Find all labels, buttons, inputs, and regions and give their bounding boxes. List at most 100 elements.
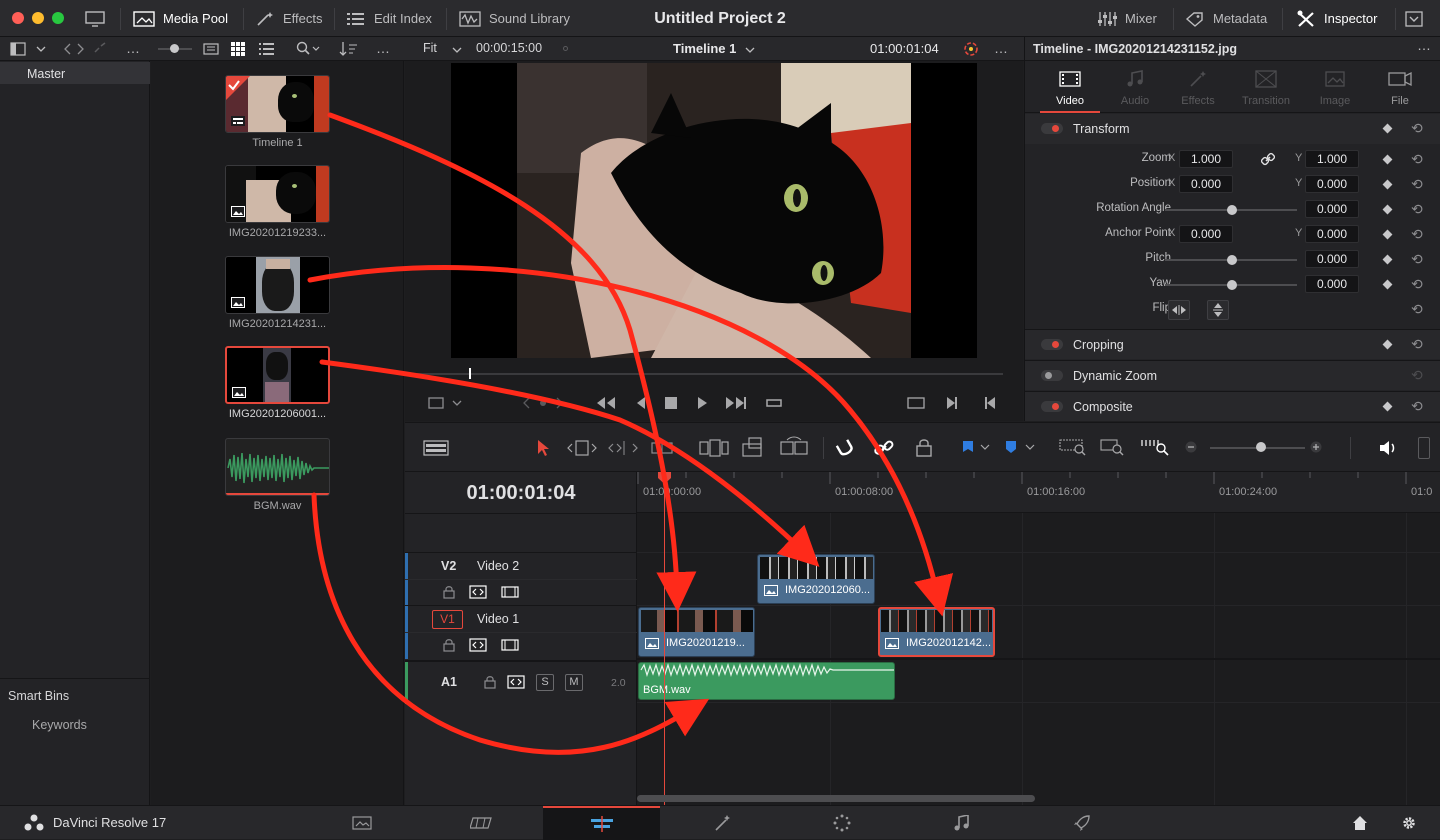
position-lock-icon[interactable] xyxy=(915,438,933,458)
pitch-slider-knob[interactable] xyxy=(1227,255,1237,265)
inspector-button[interactable]: Inspector xyxy=(1296,0,1377,37)
thumb-size-knob[interactable] xyxy=(170,44,179,53)
reset-icon[interactable]: ⟲ xyxy=(1411,398,1423,415)
dynamic-zoom-section-header[interactable]: Dynamic Zoom ⟲ xyxy=(1025,360,1440,390)
audio-meter-button[interactable] xyxy=(1418,437,1430,459)
speaker-icon[interactable] xyxy=(1378,439,1398,457)
keyframe-icon[interactable] xyxy=(1382,254,1393,265)
tab-effects[interactable]: Effects xyxy=(1168,61,1228,113)
color-wheel-icon[interactable] xyxy=(962,40,980,58)
pitch-field[interactable]: 0.000 xyxy=(1305,250,1359,268)
timeline-clip-v2[interactable]: IMG202012060... xyxy=(757,554,875,604)
zoom-window-button[interactable] xyxy=(52,12,64,24)
snapping-icon[interactable] xyxy=(835,438,855,458)
more-options-icon[interactable]: … xyxy=(994,40,1008,56)
reset-icon[interactable]: ⟲ xyxy=(1411,367,1423,384)
yaw-slider-knob[interactable] xyxy=(1227,280,1237,290)
more-options-icon[interactable]: … xyxy=(376,40,390,56)
reset-icon[interactable]: ⟲ xyxy=(1411,176,1423,193)
link-icon[interactable] xyxy=(1261,152,1275,166)
position-y-field[interactable]: 0.000 xyxy=(1305,175,1359,193)
collapse-panel-button[interactable] xyxy=(1405,0,1423,37)
sidebar-toggle-icon[interactable] xyxy=(10,42,26,56)
page-fairlight[interactable] xyxy=(903,806,1020,840)
anchor-x-field[interactable]: 0.000 xyxy=(1179,225,1233,243)
blade-tool-icon[interactable] xyxy=(650,439,674,457)
timeline-clip-a1[interactable]: BGM.wav xyxy=(638,662,895,700)
solo-button[interactable]: S xyxy=(536,674,554,691)
workspace-layout-button[interactable] xyxy=(85,0,105,37)
timeline-scrollbar[interactable] xyxy=(637,795,1035,802)
link-icon[interactable] xyxy=(92,42,108,56)
anchor-y-field[interactable]: 0.000 xyxy=(1305,225,1359,243)
tab-transition[interactable]: Transition xyxy=(1231,61,1301,113)
lock-icon[interactable] xyxy=(443,638,455,652)
keyframe-icon[interactable] xyxy=(1382,339,1393,350)
scrubber-bar[interactable] xyxy=(417,373,1003,375)
keyframe-icon[interactable] xyxy=(1382,123,1393,134)
replace-clip-icon[interactable] xyxy=(779,436,809,458)
timeline-ruler[interactable]: 01:00:00:00 01:00:08:00 01:00:16:00 01:0… xyxy=(637,472,1440,513)
video-track-toggle-icon[interactable] xyxy=(501,638,519,652)
transform-toggle[interactable] xyxy=(1041,123,1063,134)
keyframe-icon[interactable] xyxy=(1382,154,1393,165)
track-name[interactable]: Video 1 xyxy=(477,612,519,626)
zoom-out-icon[interactable] xyxy=(1185,441,1197,453)
edit-index-button[interactable]: Edit Index xyxy=(346,0,432,37)
zoom-y-field[interactable]: 1.000 xyxy=(1305,150,1359,168)
tab-file[interactable]: File xyxy=(1370,61,1430,113)
zoom-custom-icon[interactable] xyxy=(1140,438,1170,456)
dynamic-zoom-toggle[interactable] xyxy=(1041,370,1063,381)
keyframe-icon[interactable] xyxy=(1382,279,1393,290)
reverse-play-icon[interactable] xyxy=(637,397,645,409)
more-options-icon[interactable]: … xyxy=(1417,37,1431,53)
trim-tool-icon[interactable] xyxy=(567,439,597,457)
previous-edit-icon[interactable] xyxy=(983,396,997,410)
grid-view-icon[interactable] xyxy=(231,42,245,56)
selection-tool-icon[interactable] xyxy=(536,439,550,457)
chevron-down-icon[interactable] xyxy=(452,46,462,54)
timeline-clip-v1-a[interactable]: IMG20201219... xyxy=(638,607,755,657)
bin-item-master[interactable]: Master xyxy=(0,62,150,84)
minimize-window-button[interactable] xyxy=(32,12,44,24)
flag-icon[interactable] xyxy=(961,439,991,455)
transform-overlay-icon[interactable] xyxy=(427,396,463,410)
position-x-field[interactable]: 0.000 xyxy=(1179,175,1233,193)
keyframe-icon[interactable] xyxy=(1382,401,1393,412)
zoom-detail-icon[interactable] xyxy=(1100,438,1128,456)
timeline-name[interactable]: Timeline 1 xyxy=(673,41,736,56)
page-color[interactable] xyxy=(783,806,900,840)
composite-section-header[interactable]: Composite ⟲ xyxy=(1025,391,1440,421)
zoom-full-icon[interactable] xyxy=(1059,438,1087,456)
gear-icon[interactable] xyxy=(1401,815,1417,831)
close-window-button[interactable] xyxy=(12,12,24,24)
reset-icon[interactable]: ⟲ xyxy=(1411,226,1423,243)
reset-icon[interactable]: ⟲ xyxy=(1411,151,1423,168)
reset-icon[interactable]: ⟲ xyxy=(1411,251,1423,268)
match-frame-icon[interactable] xyxy=(905,396,927,410)
play-icon[interactable] xyxy=(698,397,707,409)
video-track-toggle-icon[interactable] xyxy=(501,585,519,599)
jump-to-end-icon[interactable] xyxy=(726,397,746,409)
sound-library-button[interactable]: Sound Library xyxy=(459,0,570,37)
sort-icon[interactable] xyxy=(339,41,359,57)
back-forward-icon[interactable] xyxy=(64,43,84,55)
reset-icon[interactable]: ⟲ xyxy=(1411,301,1423,318)
zoom-in-icon[interactable] xyxy=(1310,441,1322,453)
home-icon[interactable] xyxy=(1352,815,1368,831)
timeline-clip-v1-b-selected[interactable]: IMG202012142... xyxy=(878,607,995,657)
linked-selection-icon[interactable] xyxy=(874,438,894,458)
cropping-section-header[interactable]: Cropping ⟲ xyxy=(1025,329,1440,359)
jump-to-start-icon[interactable] xyxy=(597,397,615,409)
page-cut[interactable] xyxy=(423,806,540,840)
rotation-field[interactable]: 0.000 xyxy=(1305,200,1359,218)
dynamic-trim-icon[interactable] xyxy=(608,439,638,457)
effects-button[interactable]: Effects xyxy=(255,0,323,37)
more-options-icon[interactable]: … xyxy=(126,40,140,56)
keyframe-icon[interactable] xyxy=(1382,179,1393,190)
media-pool-button[interactable]: Media Pool xyxy=(133,0,228,37)
rotation-slider-knob[interactable] xyxy=(1227,205,1237,215)
tab-audio[interactable]: Audio xyxy=(1105,61,1165,113)
jog-wheel-icon[interactable] xyxy=(523,397,563,409)
chevron-down-icon[interactable] xyxy=(36,45,46,53)
